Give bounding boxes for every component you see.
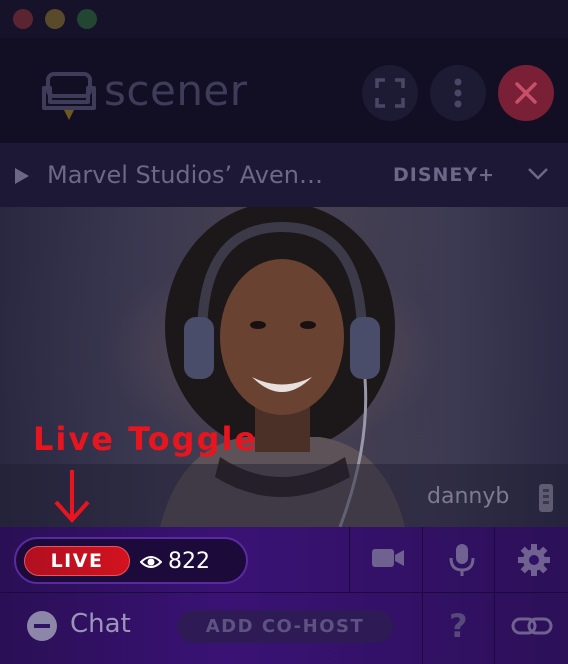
control-row-top: LIVE 822	[0, 527, 568, 592]
window-close-dot[interactable]	[13, 9, 33, 29]
chevron-down-icon[interactable]	[527, 167, 549, 181]
fullscreen-icon	[375, 78, 405, 108]
close-button[interactable]	[498, 65, 554, 121]
viewer-count: 822	[168, 549, 210, 574]
username-label: dannyb	[427, 484, 510, 509]
app-name: scener	[104, 66, 248, 115]
more-button[interactable]	[430, 65, 486, 121]
live-toggle-button[interactable]: LIVE	[24, 546, 130, 576]
close-icon	[515, 82, 537, 104]
app-header: scener	[0, 38, 568, 143]
live-status-pill: LIVE 822	[14, 537, 248, 584]
collapse-chat-icon[interactable]	[26, 610, 58, 642]
window-maximize-dot[interactable]	[77, 9, 97, 29]
control-bar: LIVE 822 Chat ADD CO-HOST ?	[0, 527, 568, 664]
divider	[494, 527, 495, 592]
now-playing-title: Marvel Studios’ Aven…	[47, 161, 323, 189]
provider-label: DISNEY+	[393, 164, 496, 186]
gear-icon[interactable]	[517, 543, 551, 577]
control-row-bottom: Chat ADD CO-HOST ?	[0, 592, 568, 664]
remote-control-icon	[539, 484, 553, 512]
expand-button[interactable]	[362, 65, 418, 121]
kebab-icon	[454, 78, 462, 108]
divider	[494, 593, 495, 664]
link-icon[interactable]	[511, 615, 553, 637]
eye-icon	[140, 556, 162, 568]
camera-icon[interactable]	[371, 543, 405, 573]
window-titlebar	[0, 0, 568, 38]
microphone-icon[interactable]	[449, 543, 475, 577]
window-minimize-dot[interactable]	[45, 9, 65, 29]
divider	[349, 527, 350, 592]
now-playing-bar[interactable]: Marvel Studios’ Aven… DISNEY+	[0, 143, 568, 207]
add-cohost-button[interactable]: ADD CO-HOST	[177, 610, 393, 643]
chat-label[interactable]: Chat	[70, 609, 131, 639]
divider	[422, 593, 423, 664]
help-button[interactable]: ?	[449, 607, 468, 645]
scener-logo-icon	[42, 72, 96, 120]
divider	[422, 527, 423, 592]
play-icon	[15, 168, 29, 184]
annotation-arrow-icon	[54, 470, 90, 524]
annotation-label: Live Toggle	[33, 420, 259, 458]
